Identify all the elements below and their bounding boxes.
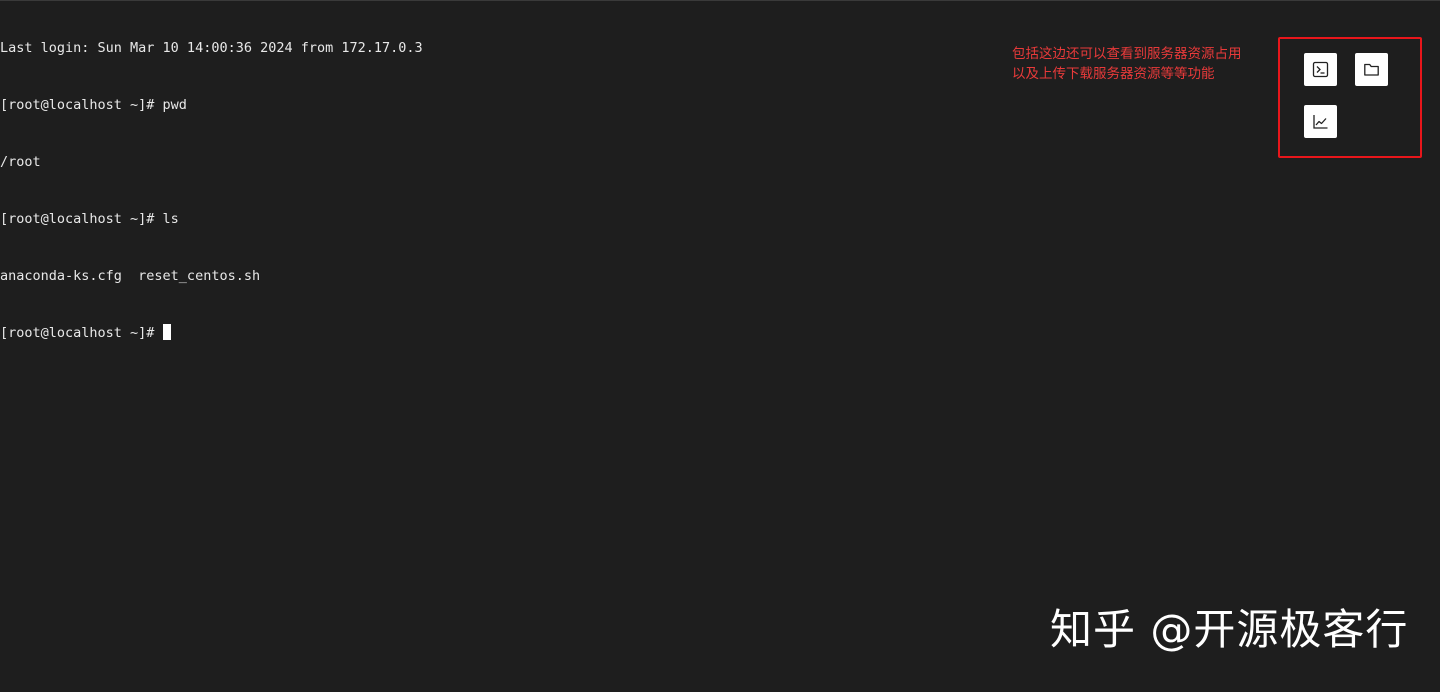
terminal-cursor — [162, 324, 171, 340]
annotation-note: 包括这边还可以查看到服务器资源占用 以及上传下载服务器资源等等功能 — [1012, 44, 1274, 84]
terminal-button[interactable] — [1304, 53, 1337, 86]
annotation-line-1: 包括这边还可以查看到服务器资源占用 — [1012, 46, 1242, 62]
terminal-line: /root — [0, 154, 41, 170]
toolbar-highlight-box — [1278, 37, 1422, 158]
terminal-prompt: [root@localhost ~]# — [0, 325, 163, 341]
watermark: 知乎 @开源极客行 — [1050, 605, 1409, 654]
terminal-line: anaconda-ks.cfg reset_centos.sh — [0, 268, 261, 284]
terminal-prompt-line[interactable]: [root@localhost ~]# — [0, 324, 1260, 343]
terminal-line: [root@localhost ~]# pwd — [0, 97, 187, 113]
annotation-line-2: 以及上传下载服务器资源等等功能 — [1012, 66, 1215, 82]
terminal-icon — [1312, 61, 1329, 78]
folder-icon — [1364, 63, 1379, 76]
line-chart-icon — [1313, 115, 1328, 129]
terminal-line: [root@localhost ~]# ls — [0, 211, 179, 227]
monitor-button[interactable] — [1304, 105, 1337, 138]
terminal-output[interactable]: Last login: Sun Mar 10 14:00:36 2024 fro… — [0, 1, 1260, 681]
files-button[interactable] — [1355, 53, 1388, 86]
